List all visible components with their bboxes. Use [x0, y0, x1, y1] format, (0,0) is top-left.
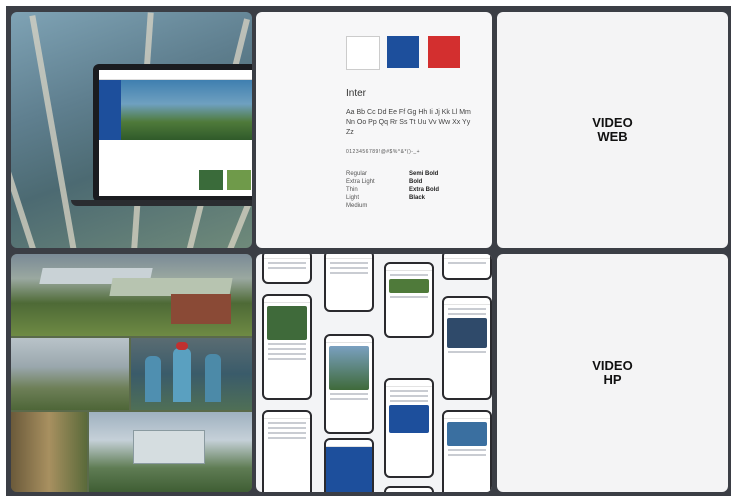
weight-label: Semi Bold [409, 171, 439, 177]
video-hp-label: VIDEO HP [497, 359, 728, 387]
video-hp-tile[interactable]: VIDEO HP [497, 254, 728, 492]
color-swatch-red [428, 36, 460, 68]
font-name: Inter [346, 88, 367, 99]
weight-label: Black [409, 195, 426, 201]
video-label-line: VIDEO [592, 115, 633, 130]
laptop-mockup-icon [93, 64, 252, 202]
phone-mockup-icon [324, 254, 374, 312]
worker-figure [145, 356, 161, 402]
phone-mockup-icon [262, 254, 312, 284]
phone-mockup-icon [384, 378, 434, 478]
worker-figure [173, 348, 191, 402]
worker-figure [205, 354, 221, 402]
phone-mockup-icon [384, 262, 434, 338]
laptop-mockup-tile [11, 12, 252, 248]
weight-label: Light [346, 195, 360, 201]
phone-mockup-icon [442, 410, 492, 492]
weight-label: Thin [346, 187, 358, 193]
alphabet-sample: Aa Bb Cc Dd Ee Ff Gg Hh Ii Jj Kk Ll Mm N… [346, 109, 471, 136]
red-cap [176, 342, 188, 350]
farm-buildings-photo [11, 254, 252, 336]
field-photo [11, 338, 129, 410]
phone-mockup-icon [262, 294, 312, 400]
color-swatch-white [346, 36, 380, 70]
website-preview [99, 70, 252, 196]
moodboard-grid: Inter Aa Bb Cc Dd Ee Ff Gg Hh Ii Jj Kk L… [6, 6, 731, 496]
video-label-line: WEB [597, 129, 628, 144]
video-web-tile[interactable]: VIDEO WEB [497, 12, 728, 248]
phone-mockup-icon [384, 486, 434, 492]
weight-label: Bold [409, 179, 423, 185]
phone-mockup-icon [262, 410, 312, 492]
weight-label: Extra Light [346, 179, 375, 185]
preview-image [227, 170, 251, 190]
factory-photo [89, 412, 252, 492]
digits-sample: 0123456789!@#$%^&*()-_+ [346, 149, 421, 155]
tree-trunk [11, 22, 37, 248]
factory-building [133, 430, 205, 464]
video-web-label: VIDEO WEB [497, 116, 728, 144]
font-weights-right: Semi Bold Bold Extra Bold Black [409, 170, 439, 202]
font-weights-left: Regular Extra Light Thin Light Medium [346, 170, 375, 210]
phone-mockup-icon [442, 254, 492, 280]
building-wall [171, 294, 231, 324]
bamboo-photo [11, 412, 87, 492]
tree-trunk [29, 15, 77, 248]
video-label-line: HP [603, 372, 622, 387]
weight-label: Extra Bold [409, 187, 440, 193]
photo-collage-tile [11, 254, 252, 492]
video-label-line: VIDEO [592, 358, 633, 373]
phone-mockup-icon [324, 438, 374, 492]
preview-image [199, 170, 223, 190]
weight-label: Medium [346, 203, 368, 209]
preview-nav [99, 70, 252, 80]
phone-mockups-tile [256, 254, 492, 492]
laptop-base [71, 200, 252, 206]
brand-guide-tile: Inter Aa Bb Cc Dd Ee Ff Gg Hh Ii Jj Kk L… [256, 12, 492, 248]
color-swatch-blue [387, 36, 419, 68]
workers-photo [131, 338, 252, 410]
preview-hero [99, 80, 252, 140]
phone-mockup-icon [442, 296, 492, 400]
phone-mockup-icon [324, 334, 374, 434]
preview-sidebar [99, 80, 121, 140]
weight-label: Regular [346, 171, 368, 177]
